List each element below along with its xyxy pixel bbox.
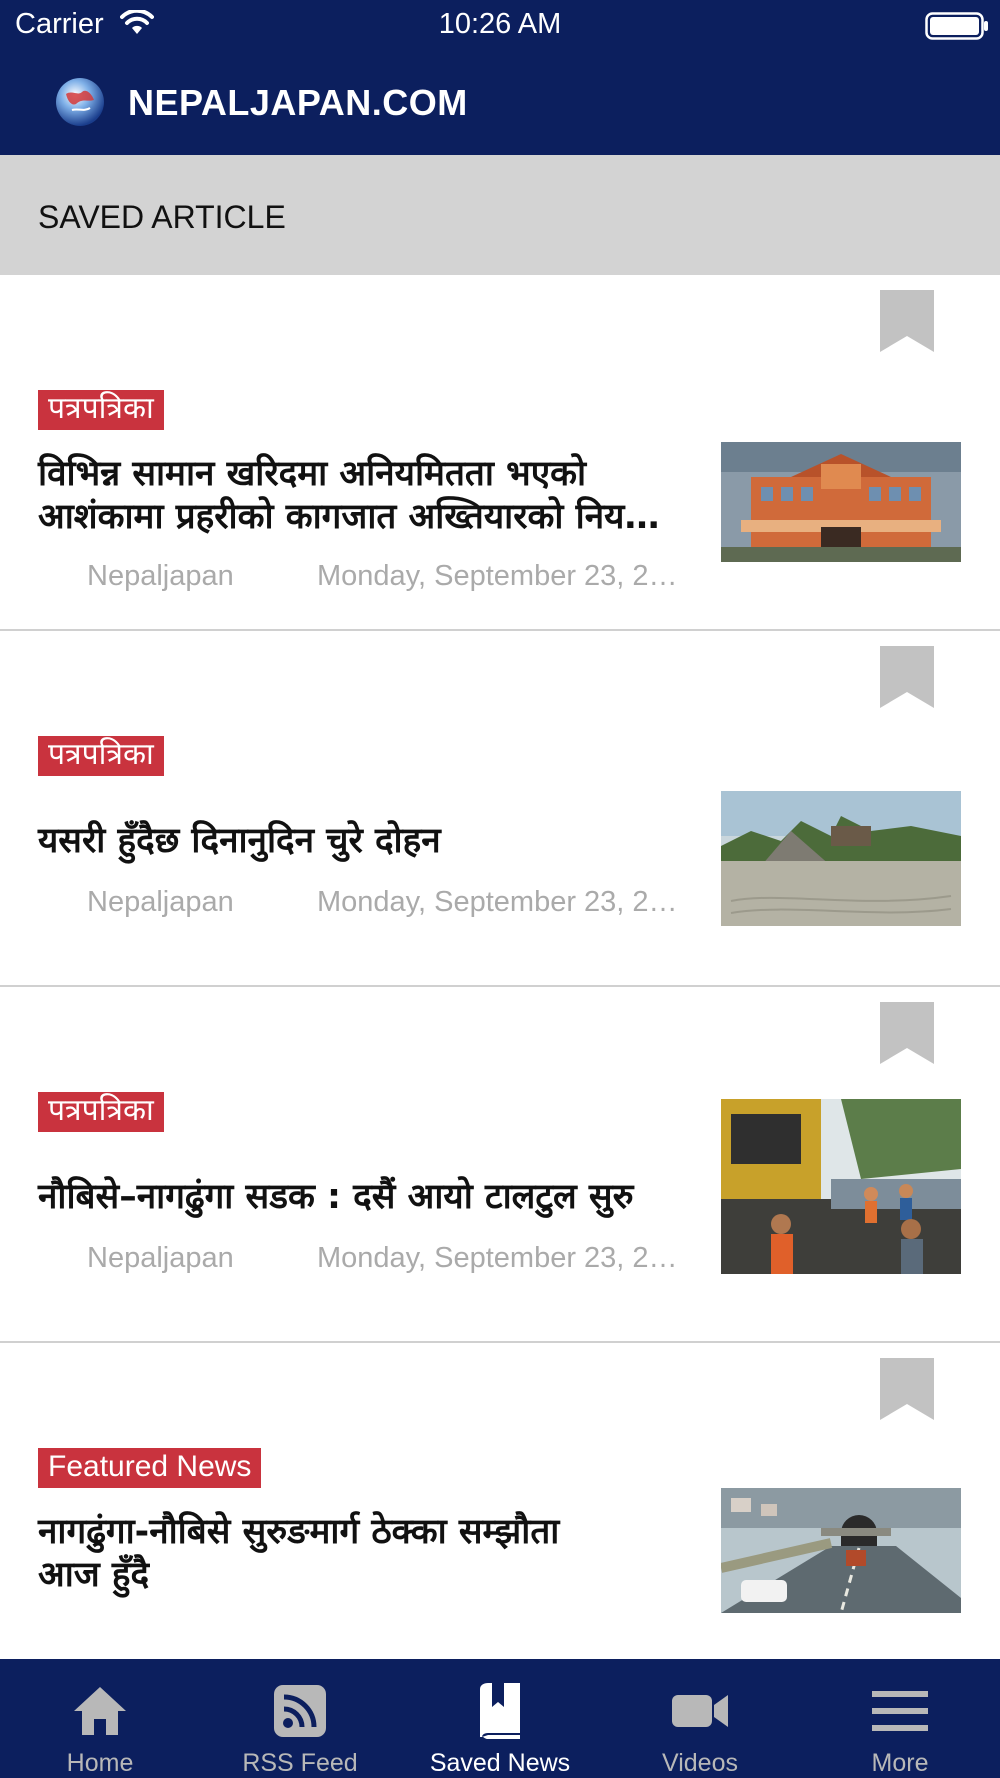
bookmark-icon[interactable] [880,646,934,713]
article-thumbnail[interactable] [721,1099,961,1274]
home-icon [70,1681,130,1741]
bookmark-icon[interactable] [880,290,934,357]
article-source: Nepaljapan [87,886,234,918]
article-card[interactable]: पत्रपत्रिका नौबिसे–नागढुंगा सडक : दसैं आ… [0,987,1000,1343]
article-source: Nepaljapan [87,1242,234,1274]
category-tag[interactable]: Featured News [38,1448,262,1488]
category-tag[interactable]: पत्रपत्रिका [38,390,164,430]
tab-label: More [871,1749,929,1777]
globe-icon [52,74,108,135]
category-tag[interactable]: पत्रपत्रिका [38,736,164,776]
tab-home[interactable]: Home [0,1659,200,1778]
section-title: SAVED ARTICLE [38,199,286,235]
article-headline[interactable]: यसरी हुँदैछ दिनानुदिन चुरे दोहन [38,819,688,863]
article-thumbnail[interactable] [721,1488,961,1613]
status-bar: Carrier 10:26 AM [0,0,1000,50]
bookmark-icon[interactable] [880,1002,934,1069]
article-date: Monday, September 23, 2… [317,560,678,592]
battery-icon [925,12,989,45]
article-card[interactable]: पत्रपत्रिका विभिन्न सामान खरिदमा अनियमित… [0,275,1000,631]
article-headline-line2[interactable]: आशंकामा प्रहरीको कागजात अख्तियारको निय… [38,495,688,539]
article-headline[interactable]: नौबिसे–नागढुंगा सडक : दसैं आयो टालटुल सु… [38,1175,688,1219]
tab-label: Videos [662,1749,738,1777]
tab-label: RSS Feed [242,1749,358,1777]
bookmark-icon[interactable] [880,1358,934,1425]
rss-icon [270,1681,330,1741]
tab-label: Saved News [429,1749,571,1777]
app-header: NEPALJAPAN.COM [0,50,1000,155]
tab-saved-news[interactable]: Saved News [400,1659,600,1778]
article-card[interactable]: पत्रपत्रिका यसरी हुँदैछ दिनानुदिन चुरे द… [0,631,1000,987]
status-time: 10:26 AM [438,8,562,40]
article-thumbnail[interactable] [721,791,961,926]
article-headline[interactable]: विभिन्न सामान खरिदमा अनियमितता भएको [38,452,688,496]
tab-bar: Home RSS Feed Saved News Videos More [0,1659,1000,1778]
category-tag[interactable]: पत्रपत्रिका [38,1092,164,1132]
tab-rss-feed[interactable]: RSS Feed [200,1659,400,1778]
menu-icon [870,1681,930,1741]
saved-articles-list[interactable]: पत्रपत्रिका विभिन्न सामान खरिदमा अनियमित… [0,275,1000,1659]
article-date: Monday, September 23, 2… [317,1242,678,1274]
article-card[interactable]: Featured News नागढुंगा-नौबिसे सुरुङमार्ग… [0,1343,1000,1659]
section-header: SAVED ARTICLE [0,155,1000,275]
article-thumbnail[interactable] [721,442,961,562]
app-title: NEPALJAPAN.COM [128,82,468,123]
book-icon [470,1681,530,1741]
article-date: Monday, September 23, 2… [317,886,678,918]
tab-videos[interactable]: Videos [600,1659,800,1778]
tab-label: Home [66,1749,134,1777]
tab-more[interactable]: More [800,1659,1000,1778]
article-headline[interactable]: नागढुंगा-नौबिसे सुरुङमार्ग ठेक्का सम्झौत… [38,1510,688,1554]
video-camera-icon [670,1681,730,1741]
article-headline-line2[interactable]: आज हुँदै [38,1553,688,1597]
article-source: Nepaljapan [87,560,234,592]
